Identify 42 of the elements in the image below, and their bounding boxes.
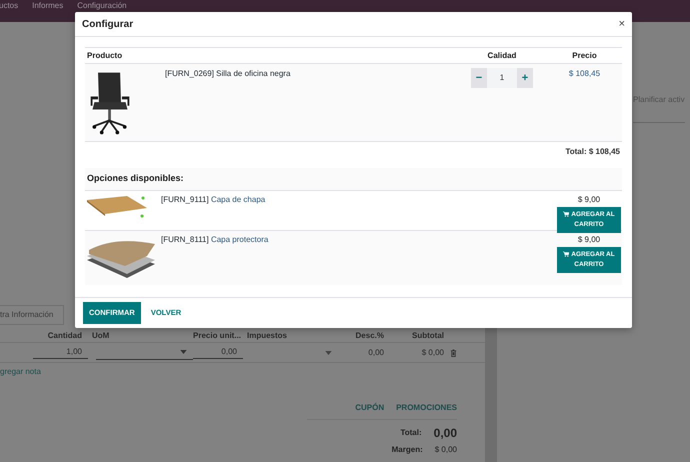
action-link[interactable]: PROMOCIONES	[396, 402, 457, 414]
product-name: [FURN_0269] Silla de oficina negra	[165, 69, 290, 78]
action-link[interactable]: CUPÓN	[355, 402, 384, 414]
column-header: Precio unit...	[193, 330, 242, 342]
margin-value: $ 0,00	[434, 444, 457, 456]
column-header: Precio	[571, 50, 598, 62]
close-button[interactable]: ×	[618, 18, 625, 30]
column-header: Cantidad	[46, 330, 83, 342]
add-note-link[interactable]: gregar nota	[0, 363, 485, 381]
trash-icon	[450, 348, 457, 356]
quantity-field[interactable]: 1,00	[33, 346, 88, 359]
column-header: Calidad	[486, 50, 518, 62]
option-price: $ 9,00	[578, 234, 600, 246]
tab[interactable]: tra Información	[0, 305, 64, 325]
margin-label: Margen:	[392, 444, 423, 456]
column-header: Desc.%	[354, 330, 385, 342]
quantity-input[interactable]: 1	[487, 68, 517, 88]
increase-button[interactable]: +	[517, 68, 533, 88]
veneer-sheet-drawing	[85, 194, 149, 218]
total-text: Total: $ 108,45	[565, 147, 620, 156]
column-header: UoM	[91, 330, 110, 342]
cart-icon	[563, 250, 570, 257]
option-name: [FURN_9111] Capa de chapa	[161, 194, 266, 204]
column-header: Producto	[86, 50, 124, 62]
discount-field[interactable]: 0,00	[338, 346, 390, 358]
cart-icon	[563, 210, 570, 217]
caret-icon	[325, 350, 332, 354]
dialog-title: Configurar	[82, 18, 134, 32]
total-label: Total:	[400, 427, 422, 439]
caret-icon	[180, 350, 187, 354]
product-price: $ 108,45	[568, 69, 600, 78]
menu-item[interactable]: Informes	[32, 1, 64, 10]
option-name: [FURN_8111] Capa protectora	[161, 234, 268, 244]
subtotal-cell-text: $ 0,00	[420, 346, 445, 358]
decrease-button[interactable]: −	[471, 68, 487, 88]
option-price: $ 9,00	[578, 194, 600, 206]
total-value: 0,00	[434, 425, 457, 442]
column-header: Subtotal	[411, 330, 445, 342]
column-header: Impuestos	[246, 330, 288, 342]
menu-item[interactable]: Configuración	[77, 1, 127, 10]
price-field[interactable]: 0,00	[193, 346, 243, 359]
section-title: Opciones disponibles:	[87, 173, 184, 183]
